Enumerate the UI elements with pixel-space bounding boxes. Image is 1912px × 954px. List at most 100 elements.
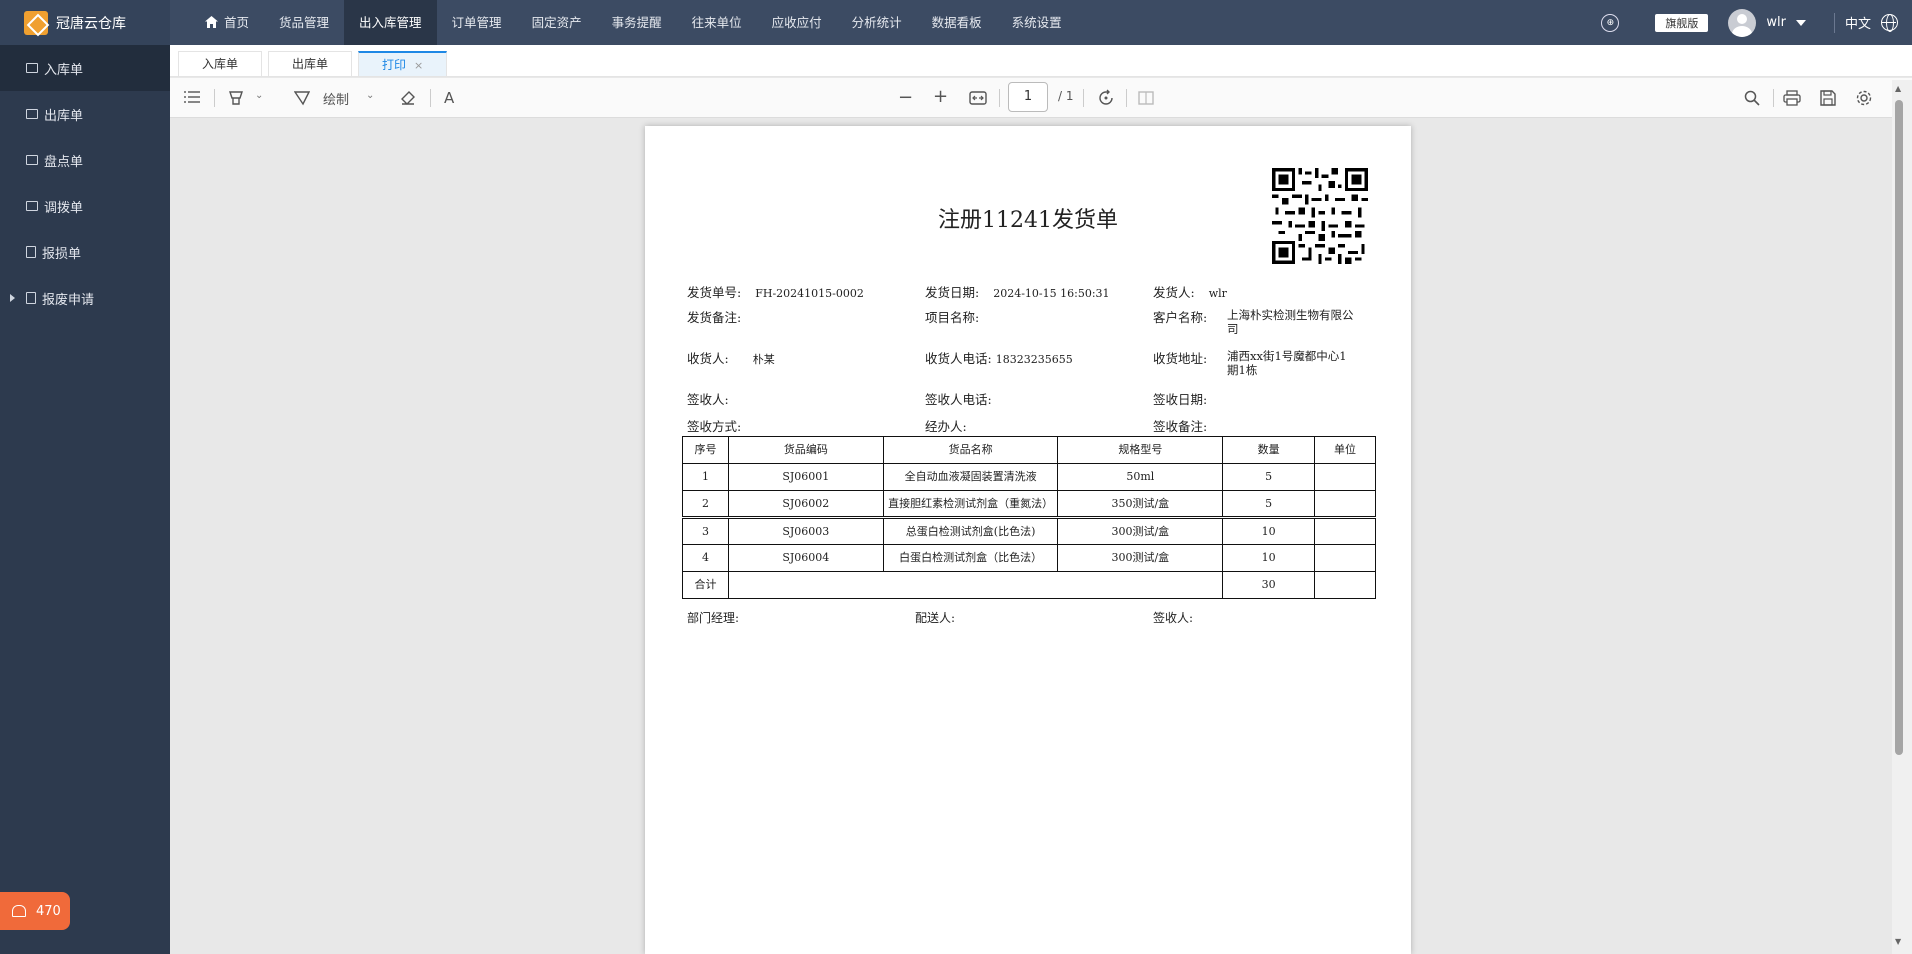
fit-width-icon[interactable] bbox=[969, 91, 987, 105]
sidebar-item-scrap[interactable]: 报废申请 bbox=[0, 275, 170, 321]
draw-label[interactable]: 绘制 bbox=[323, 89, 349, 108]
receiver-phone-field: 收货人电话: 18323235655 bbox=[925, 351, 1073, 366]
highlight-dropdown-icon[interactable]: ⌄ bbox=[255, 90, 263, 101]
nav-analytics[interactable]: 分析统计 bbox=[837, 0, 917, 45]
courier-field: 配送人: bbox=[915, 611, 956, 625]
nav-reminders[interactable]: 事务提醒 bbox=[597, 0, 677, 45]
main-nav: 首页 货品管理 出入库管理 订单管理 固定资产 事务提醒 往来单位 应收应付 分… bbox=[190, 0, 1077, 45]
folder-icon bbox=[26, 155, 38, 165]
nav-orders[interactable]: 订单管理 bbox=[437, 0, 517, 45]
tab-bar: 入库单 出库单 打印 × bbox=[170, 45, 1912, 77]
address-label: 收货地址: bbox=[1153, 351, 1208, 366]
signer-phone-field: 签收人电话: bbox=[925, 392, 992, 407]
page-number-input[interactable]: 1 bbox=[1008, 82, 1048, 112]
document-page: 注册11241发货单 发货单号: FH-20241015-0002 发货日期: 20… bbox=[645, 126, 1411, 954]
table-header: 单位 bbox=[1314, 436, 1376, 464]
dept-manager-field: 部门经理: bbox=[687, 611, 740, 625]
document-icon bbox=[26, 246, 36, 258]
shipper-field: 发货人: wlr bbox=[1153, 285, 1227, 300]
highlight-icon[interactable] bbox=[228, 90, 244, 106]
handler-field: 经办人: bbox=[925, 419, 967, 434]
folder-icon bbox=[26, 63, 38, 73]
table-total-row: 合计 30 bbox=[682, 571, 1376, 599]
nav-home[interactable]: 首页 bbox=[190, 0, 264, 45]
draw-icon[interactable] bbox=[294, 90, 310, 106]
tab-print[interactable]: 打印 × bbox=[358, 51, 448, 76]
avatar[interactable] bbox=[1728, 8, 1757, 37]
edition-badge: 旗舰版 bbox=[1655, 13, 1709, 32]
table-header: 规格型号 bbox=[1057, 436, 1224, 464]
footer-signer-field: 签收人: bbox=[1153, 611, 1194, 625]
sidebar-item-inbound[interactable]: 入库单 bbox=[0, 45, 170, 91]
tab-inbound[interactable]: 入库单 bbox=[178, 51, 263, 76]
home-icon bbox=[205, 16, 218, 28]
customer-label: 客户名称: bbox=[1153, 310, 1208, 325]
alarm-badge[interactable]: 470 bbox=[0, 892, 70, 930]
username[interactable]: wlr bbox=[1766, 15, 1786, 30]
table-row: 3 SJ06003 总蛋白检测试剂盒(比色法) 300测试/盒 10 bbox=[682, 516, 1376, 545]
nav-settings[interactable]: 系统设置 bbox=[997, 0, 1077, 45]
receiver-field: 收货人: 朴某 bbox=[687, 351, 775, 366]
table-row: 4 SJ06004 白蛋白检测试剂盒（比色法） 300测试/盒 10 bbox=[682, 544, 1376, 572]
zoom-out-button[interactable]: − bbox=[898, 87, 913, 108]
pdf-toolbar: ⌄ 绘制 ⌄ A − + 1 / 1 bbox=[170, 78, 1912, 118]
sidebar-item-stocktake[interactable]: 盘点单 bbox=[0, 137, 170, 183]
close-icon[interactable]: × bbox=[414, 59, 423, 72]
sidebar-item-outbound[interactable]: 出库单 bbox=[0, 91, 170, 137]
nav-dashboard[interactable]: 数据看板 bbox=[917, 0, 997, 45]
rotate-icon[interactable] bbox=[1097, 89, 1115, 107]
table-header: 货品编码 bbox=[727, 436, 884, 464]
print-icon[interactable] bbox=[1783, 90, 1801, 106]
toolbar-separator bbox=[1126, 89, 1127, 107]
nav-receivables[interactable]: 应收应付 bbox=[757, 0, 837, 45]
globe-icon[interactable] bbox=[1881, 14, 1898, 32]
top-right-tools: ⊕ 旗舰版 wlr 中文 bbox=[1601, 0, 1912, 45]
toolbar-separator bbox=[1083, 89, 1084, 107]
table-header: 序号 bbox=[682, 436, 729, 464]
table-header: 货品名称 bbox=[882, 436, 1059, 464]
brand[interactable]: 冠唐云仓库 bbox=[0, 0, 170, 45]
zoom-in-button[interactable]: + bbox=[933, 86, 948, 107]
nav-assets[interactable]: 固定资产 bbox=[517, 0, 597, 45]
document-icon bbox=[26, 292, 36, 304]
goods-table: 序号 货品编码 货品名称 规格型号 数量 单位 1 SJ06001 全自动血液凝固装… bbox=[682, 436, 1376, 599]
tab-outbound[interactable]: 出库单 bbox=[268, 51, 353, 76]
nav-goods[interactable]: 货品管理 bbox=[264, 0, 344, 45]
customer-value: 上海朴实检测生物有限公司 bbox=[1227, 308, 1354, 336]
sidebar-item-damage[interactable]: 报损单 bbox=[0, 229, 170, 275]
language-switch[interactable]: 中文 bbox=[1845, 13, 1871, 32]
table-header-row: 序号 货品编码 货品名称 规格型号 数量 单位 bbox=[682, 436, 1376, 464]
scroll-up-icon[interactable]: ▲ bbox=[1895, 84, 1901, 93]
gear-icon[interactable] bbox=[1855, 89, 1873, 107]
divider bbox=[1833, 12, 1835, 33]
draw-dropdown-icon[interactable]: ⌄ bbox=[366, 90, 374, 101]
expand-arrow-icon[interactable] bbox=[10, 294, 15, 302]
alarm-icon bbox=[12, 905, 26, 917]
eraser-icon[interactable] bbox=[400, 90, 416, 106]
outline-toggle-icon[interactable] bbox=[184, 90, 200, 104]
scrollbar-thumb[interactable] bbox=[1895, 100, 1903, 755]
scroll-down-icon[interactable]: ▼ bbox=[1895, 937, 1901, 946]
help-icon[interactable]: ⊕ bbox=[1601, 13, 1620, 32]
toolbar-separator bbox=[430, 89, 431, 107]
sidebar-item-transfer[interactable]: 调拨单 bbox=[0, 183, 170, 229]
text-tool-icon[interactable]: A bbox=[444, 89, 454, 107]
sign-date-field: 签收日期: bbox=[1153, 392, 1208, 407]
ship-note-field: 发货备注: bbox=[687, 310, 742, 325]
table-header: 数量 bbox=[1222, 436, 1316, 464]
project-field: 项目名称: bbox=[925, 310, 980, 325]
folder-icon bbox=[26, 109, 38, 119]
total-label: 合计 bbox=[682, 571, 729, 599]
table-row: 2 SJ06002 直接胆红素检测试剂盒（重氮法） 350测试/盒 5 bbox=[682, 490, 1376, 518]
toolbar-separator bbox=[999, 89, 1000, 107]
caret-down-icon[interactable] bbox=[1795, 19, 1806, 26]
folder-icon bbox=[26, 201, 38, 211]
address-value: 浦西xx街1号魔都中心1期1栋 bbox=[1227, 349, 1347, 377]
ship-date-field: 发货日期: 2024-10-15 16:50:31 bbox=[925, 285, 1110, 300]
save-icon[interactable] bbox=[1820, 90, 1836, 106]
table-row: 1 SJ06001 全自动血液凝固装置清洗液 50ml 5 bbox=[682, 463, 1376, 491]
nav-inout[interactable]: 出入库管理 bbox=[344, 0, 437, 45]
page-total: / 1 bbox=[1058, 89, 1074, 103]
nav-partners[interactable]: 往来单位 bbox=[677, 0, 757, 45]
search-icon[interactable] bbox=[1744, 90, 1760, 106]
